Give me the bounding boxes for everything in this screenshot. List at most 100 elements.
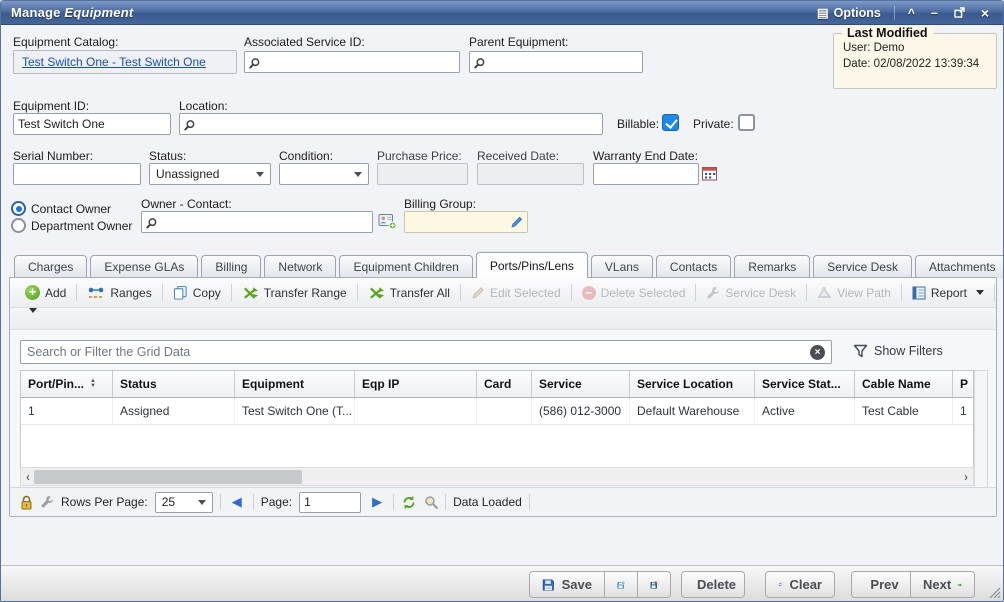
associated-service-id-field[interactable]	[244, 51, 460, 73]
view-path-button: View Path	[810, 283, 898, 303]
equipment-id-field[interactable]	[13, 113, 171, 135]
department-owner-radio[interactable]	[11, 218, 26, 233]
column-header-equipment[interactable]: Equipment	[235, 371, 355, 397]
transfer-all-button[interactable]: Transfer All	[361, 283, 457, 303]
tab-vlans[interactable]: VLans	[591, 255, 653, 278]
cell-service: (586) 012-3000	[532, 398, 630, 424]
save-and-close-button[interactable]	[638, 571, 671, 598]
scroll-right-icon[interactable]: ›	[959, 470, 973, 484]
owner-contact-input[interactable]	[161, 215, 368, 229]
save-button[interactable]: Save	[529, 571, 605, 598]
tab-remarks[interactable]: Remarks	[734, 255, 810, 278]
tab-service-desk[interactable]: Service Desk	[813, 255, 912, 278]
location-input[interactable]	[199, 117, 598, 131]
next-page-icon[interactable]: ▶	[368, 494, 386, 510]
tab-attachments[interactable]: Attachments	[915, 255, 1004, 278]
scrollbar-thumb[interactable]	[34, 470, 302, 484]
contact-owner-label: Contact Owner	[31, 202, 111, 216]
tab-ports-pins-lens[interactable]: Ports/Pins/Lens	[476, 252, 588, 278]
lock-icon[interactable]	[20, 495, 33, 510]
table-row[interactable]: 1 Assigned Test Switch One (T... (586) 0…	[21, 398, 973, 425]
toolbar-overflow-button[interactable]	[18, 312, 44, 328]
resize-grip[interactable]	[989, 587, 1001, 599]
grid-vertical-scrollbar[interactable]	[974, 370, 988, 488]
owner-contact-field[interactable]	[141, 211, 373, 233]
show-filters-button[interactable]: Show Filters	[848, 342, 948, 360]
column-header-card[interactable]: Card	[477, 371, 532, 397]
tab-equipment-children[interactable]: Equipment Children	[339, 255, 472, 278]
clear-button[interactable]: Clear	[765, 571, 835, 598]
popout-button[interactable]	[948, 5, 971, 20]
warranty-end-date-input[interactable]	[598, 167, 694, 181]
wrench-icon[interactable]	[40, 495, 54, 509]
column-header-service[interactable]: Service	[532, 371, 630, 397]
grid-search-input[interactable]	[27, 345, 810, 359]
tab-contacts[interactable]: Contacts	[656, 255, 731, 278]
column-header-port-cut[interactable]: P	[953, 371, 973, 397]
tab-charges[interactable]: Charges	[14, 255, 87, 278]
add-contact-button[interactable]	[378, 213, 397, 230]
location-field[interactable]	[179, 113, 603, 135]
calendar-picker-button[interactable]	[701, 165, 718, 182]
billable-checkbox[interactable]	[662, 114, 679, 131]
associated-service-id-input[interactable]	[264, 55, 455, 69]
rows-per-page-select[interactable]: 25	[155, 492, 213, 513]
parent-equipment-input[interactable]	[489, 55, 638, 69]
last-modified-date: Date: 02/08/2022 13:39:34	[843, 58, 987, 70]
tab-network[interactable]: Network	[264, 255, 336, 278]
copy-button[interactable]: Copy	[166, 282, 228, 303]
serial-number-input[interactable]	[18, 167, 136, 181]
grid-search-box[interactable]: ×	[20, 340, 832, 364]
search-icon[interactable]	[424, 495, 438, 509]
serial-number-field[interactable]	[13, 163, 141, 185]
department-owner-label: Department Owner	[31, 219, 132, 233]
received-date-input	[482, 167, 579, 181]
report-button[interactable]: Report	[905, 283, 991, 303]
private-checkbox[interactable]	[738, 114, 755, 131]
refresh-icon[interactable]	[401, 495, 417, 510]
equipment-catalog-box: Test Switch One - Test Switch One	[13, 50, 237, 74]
condition-select[interactable]	[279, 163, 369, 185]
minimize-button[interactable]: –	[925, 4, 944, 22]
equipment-id-input[interactable]	[18, 117, 166, 131]
save-and-new-button[interactable]	[605, 571, 638, 598]
equipment-catalog-link[interactable]: Test Switch One - Test Switch One	[22, 55, 206, 69]
close-button[interactable]: ×	[975, 3, 995, 23]
options-button[interactable]: ▤ Options	[811, 3, 887, 22]
options-menu-icon: ▤	[817, 5, 829, 20]
edit-pencil-icon	[471, 286, 485, 300]
parent-equipment-field[interactable]	[469, 51, 643, 73]
clear-search-icon[interactable]: ×	[810, 345, 825, 360]
next-button[interactable]: Next	[911, 571, 975, 598]
transfer-range-button[interactable]: Transfer Range	[235, 283, 354, 303]
sort-icon[interactable]: ▲▼	[90, 379, 96, 389]
edit-pencil-icon[interactable]	[511, 216, 523, 228]
column-header-service-status[interactable]: Service Stat...	[755, 371, 855, 397]
column-header-service-location[interactable]: Service Location	[630, 371, 755, 397]
ranges-button[interactable]: Ranges	[80, 283, 158, 303]
delete-button[interactable]: Delete	[681, 571, 745, 598]
collapse-button[interactable]: ^	[902, 4, 921, 22]
add-contact-icon	[378, 213, 397, 230]
tab-expense-glas[interactable]: Expense GLAs	[90, 255, 198, 278]
grid-horizontal-scrollbar[interactable]: ‹ ›	[20, 467, 974, 486]
perspectives-button[interactable]: Perspectives	[998, 283, 1004, 303]
page-number-input[interactable]	[304, 495, 356, 509]
chevron-down-icon	[198, 500, 206, 505]
window-controls: ▤ Options ^ – ×	[811, 3, 1003, 23]
column-header-cable-name[interactable]: Cable Name	[855, 371, 953, 397]
warranty-end-date-field[interactable]	[593, 163, 699, 185]
column-header-port-pin[interactable]: Port/Pin... ▲▼	[21, 371, 113, 397]
prev-button[interactable]: Prev	[851, 571, 911, 598]
column-header-status[interactable]: Status	[113, 371, 235, 397]
purchase-price-input	[382, 167, 463, 181]
status-select[interactable]: Unassigned	[149, 163, 271, 185]
tab-billing[interactable]: Billing	[201, 255, 261, 278]
previous-page-icon[interactable]: ◀	[228, 494, 246, 510]
scroll-left-icon[interactable]: ‹	[21, 470, 35, 484]
contact-owner-radio[interactable]	[11, 201, 26, 216]
add-button[interactable]: + Add	[18, 282, 73, 303]
page-number-field[interactable]	[299, 492, 361, 513]
cell-eqp-ip	[355, 398, 477, 424]
column-header-eqp-ip[interactable]: Eqp IP	[355, 371, 477, 397]
